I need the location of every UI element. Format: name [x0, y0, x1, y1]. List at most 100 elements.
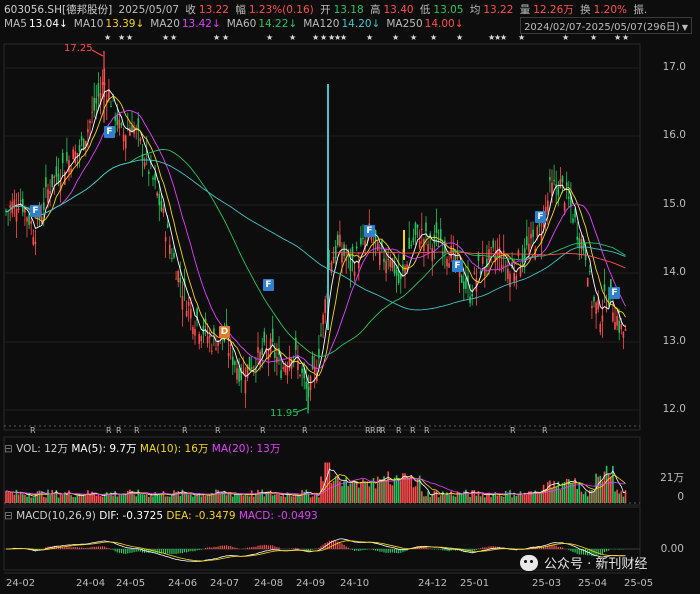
volume-bar: [557, 481, 560, 503]
macd-settings-icon[interactable]: ⊟: [4, 510, 16, 522]
volume-bar: [30, 497, 32, 503]
candle-body: [332, 257, 335, 264]
volume-bar: [301, 490, 303, 503]
volume-bar: [206, 494, 209, 503]
candle-body: [110, 106, 112, 108]
candle-body: [379, 251, 381, 266]
volume-bar: [400, 480, 402, 503]
financial-report-marker[interactable]: F: [364, 225, 375, 237]
volume-bar: [120, 494, 123, 503]
volume-bar: [475, 495, 478, 503]
r-tag: R: [302, 426, 308, 435]
volume-bar: [24, 494, 26, 503]
kline-chart[interactable]: [0, 0, 700, 594]
volume-bar: [341, 486, 343, 503]
financial-report-marker[interactable]: F: [609, 287, 620, 299]
macd-label: MACD(10,26,9): [16, 510, 96, 522]
volume-bar: [572, 483, 574, 503]
candle-body: [280, 370, 282, 379]
time-tick-label: 25-04: [578, 578, 608, 589]
candle-body: [488, 249, 490, 260]
volume-bar: [190, 494, 192, 503]
volume-bar: [135, 496, 137, 503]
r-tag: R: [542, 426, 548, 435]
volume-bar: [393, 477, 396, 503]
volume-bar: [330, 483, 333, 503]
candle-body: [418, 241, 421, 248]
candle-body: [500, 264, 503, 268]
volume-bar: [366, 481, 368, 503]
volume-bar: [406, 477, 408, 503]
volume-bar: [166, 496, 169, 503]
volume-bar: [246, 495, 249, 503]
candle-body: [349, 259, 352, 272]
volume-bar: [288, 494, 291, 503]
candle-body: [34, 241, 37, 245]
volume-bar: [248, 496, 251, 503]
volume-bar: [19, 491, 22, 503]
candle-body: [376, 241, 379, 251]
candle-body: [206, 336, 209, 344]
volume-bar: [93, 494, 95, 503]
volume-ma-line: [5, 473, 626, 496]
candle-body: [446, 258, 448, 267]
financial-report-marker[interactable]: F: [452, 260, 463, 272]
candle-body: [532, 229, 534, 237]
candle-body: [72, 149, 74, 160]
volume-bar: [276, 493, 278, 503]
volume-bar: [439, 495, 442, 503]
macd-dif: DIF: -0.3725: [99, 510, 164, 522]
candle-body: [158, 193, 161, 206]
volume-bar: [139, 493, 142, 503]
candle-body: [337, 234, 339, 246]
financial-report-marker[interactable]: F: [263, 279, 274, 291]
candle-body: [129, 127, 131, 136]
candle-body: [187, 302, 190, 306]
candle-body: [143, 162, 146, 167]
financial-report-marker[interactable]: F: [30, 205, 41, 217]
candle-body: [589, 271, 591, 273]
volume-bar: [26, 496, 28, 503]
candle-body: [87, 129, 89, 133]
volume-bar: [467, 493, 469, 503]
dividend-marker[interactable]: D: [219, 326, 230, 338]
volume-bar: [597, 476, 599, 503]
volume-bar: [7, 492, 9, 503]
candle-body: [599, 324, 602, 333]
candle-body: [53, 176, 56, 178]
candle-body: [95, 98, 98, 104]
volume-bar: [32, 497, 35, 503]
volume-bar: [334, 476, 337, 503]
r-tag: R: [424, 426, 430, 435]
volume-label: VOL: 12万: [16, 443, 68, 455]
volume-bar: [574, 478, 576, 503]
volume-bar: [479, 496, 482, 503]
volume-bar: [379, 479, 381, 503]
candle-body: [49, 190, 51, 194]
volume-bar: [204, 495, 207, 503]
candle-body: [471, 293, 473, 297]
candle-body: [78, 145, 81, 152]
volume-bar: [418, 475, 421, 503]
candle-body: [269, 338, 272, 353]
candle-body: [234, 361, 236, 365]
candle-body: [156, 192, 158, 196]
volume-bar: [509, 490, 511, 503]
candle-body: [601, 315, 604, 322]
volume-settings-icon[interactable]: ⊟: [4, 443, 16, 455]
financial-report-marker[interactable]: F: [104, 126, 115, 138]
volume-bar: [261, 489, 263, 503]
time-tick-label: 24-12: [418, 578, 448, 589]
candle-body: [164, 237, 167, 242]
time-tick-label: 24-04: [76, 578, 106, 589]
volume-bar: [47, 489, 49, 503]
candle-body: [232, 356, 234, 365]
financial-report-marker[interactable]: F: [535, 211, 546, 223]
candle-body: [324, 299, 326, 313]
candle-body: [421, 228, 423, 230]
volume-bar: [423, 496, 425, 503]
candle-body: [620, 323, 623, 330]
volume-bar: [578, 482, 581, 503]
volume-bar: [194, 495, 196, 503]
volume-bar: [614, 491, 616, 503]
